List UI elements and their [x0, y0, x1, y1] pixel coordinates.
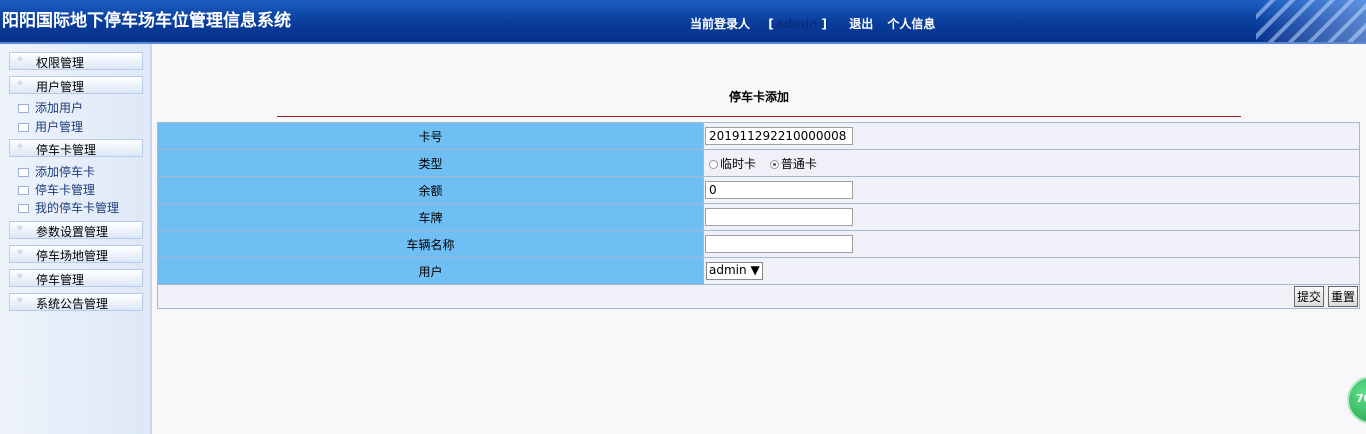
app-title: 阳阳国际地下停车场车位管理信息系统: [2, 11, 291, 31]
form-row-actions: 提交 重置: [157, 284, 1360, 309]
field-label: 卡号: [157, 122, 704, 150]
field-label: 车辆名称: [157, 230, 704, 258]
menu-user-management[interactable]: ✧ 用户管理: [9, 76, 143, 94]
bracket-close: ]: [821, 17, 828, 31]
current-username: admin: [775, 17, 818, 31]
field-value-cell: admin ▼: [703, 257, 1360, 285]
field-label: 用户: [157, 257, 704, 285]
form-row-plate: 车牌: [157, 203, 1360, 231]
plate-input[interactable]: [705, 208, 853, 226]
form-row-balance: 余额: [157, 176, 1360, 204]
menu-bullet-icon: ✧: [16, 55, 24, 65]
type-radio-temporary[interactable]: [709, 159, 718, 169]
vehicle-name-input[interactable]: [705, 235, 853, 253]
menu-permission[interactable]: ✧ 权限管理: [9, 52, 143, 70]
sidebar-item-label: 用户管理: [35, 120, 84, 134]
field-value-cell: [703, 230, 1360, 258]
card-add-form: 卡号 类型 临时卡 普通卡 余额 车牌 车辆名称 用户 admin ▼: [157, 122, 1360, 309]
chevron-down-icon: ▼: [750, 263, 760, 277]
actions-cell: 提交 重置: [157, 284, 1360, 309]
bracket-open: [: [768, 17, 774, 31]
menu-label: 停车场地管理: [36, 249, 109, 263]
menu-bullet-icon: ✧: [16, 248, 24, 258]
menu-parking[interactable]: ✧ 停车管理: [9, 269, 143, 287]
main-content: 停车卡添加 卡号 类型 临时卡 普通卡 余额 车牌 车辆名称 用户: [152, 44, 1366, 434]
badge-text: 70: [1356, 392, 1366, 405]
sidebar-item-card-list[interactable]: 停车卡管理: [18, 181, 95, 198]
page-icon: [18, 186, 29, 195]
radio-label: 临时卡: [720, 156, 757, 171]
field-value-cell: 临时卡 普通卡: [703, 149, 1360, 177]
sidebar-item-add-card[interactable]: 添加停车卡: [18, 163, 95, 180]
field-label: 车牌: [157, 203, 704, 231]
title-divider: [277, 116, 1241, 117]
sidebar-item-label: 我的停车卡管理: [35, 201, 120, 215]
reset-button[interactable]: 重置: [1327, 286, 1358, 307]
sidebar-item-user-list[interactable]: 用户管理: [18, 118, 83, 135]
page-icon: [18, 104, 29, 113]
form-row-card-no: 卡号: [157, 122, 1360, 150]
menu-bullet-icon: ✧: [16, 142, 24, 152]
menu-label: 系统公告管理: [36, 297, 109, 311]
menu-bullet-icon: ✧: [16, 272, 24, 282]
sidebar-item-label: 添加停车卡: [35, 165, 96, 179]
menu-parking-lot[interactable]: ✧ 停车场地管理: [9, 245, 143, 263]
form-row-type: 类型 临时卡 普通卡: [157, 149, 1360, 177]
menu-label: 停车管理: [36, 273, 85, 287]
header-bar: 阳阳国际地下停车场车位管理信息系统 当前登录人 [admin] 退出 个人信息: [0, 0, 1366, 44]
field-value-cell: [703, 122, 1360, 150]
menu-announcements[interactable]: ✧ 系统公告管理: [9, 293, 143, 311]
menu-bullet-icon: ✧: [16, 79, 24, 89]
menu-label: 停车卡管理: [36, 143, 97, 157]
menu-label: 参数设置管理: [36, 225, 109, 239]
menu-bullet-icon: ✧: [16, 224, 24, 234]
page-title: 停车卡添加: [728, 90, 789, 104]
profile-link[interactable]: 个人信息: [887, 17, 935, 31]
form-row-user: 用户 admin ▼: [157, 257, 1360, 285]
user-bar: 当前登录人 [admin] 退出 个人信息: [690, 15, 939, 32]
page-icon: [18, 168, 29, 177]
sidebar-item-my-cards[interactable]: 我的停车卡管理: [18, 199, 119, 216]
field-label: 余额: [157, 176, 704, 204]
menu-label: 权限管理: [36, 56, 85, 70]
header-decoration: [1256, 0, 1366, 42]
page-icon: [18, 204, 29, 213]
menu-label: 用户管理: [36, 80, 85, 94]
field-value-cell: [703, 203, 1360, 231]
menu-parameter-settings[interactable]: ✧ 参数设置管理: [9, 221, 143, 239]
user-select[interactable]: admin ▼: [706, 262, 763, 280]
field-label: 类型: [157, 149, 704, 177]
sidebar-item-label: 添加用户: [35, 101, 84, 115]
user-select-value: admin: [709, 263, 747, 277]
balance-input[interactable]: [705, 181, 853, 199]
submit-button[interactable]: 提交: [1293, 286, 1324, 307]
page-icon: [18, 123, 29, 132]
sidebar-item-label: 停车卡管理: [35, 183, 96, 197]
radio-label: 普通卡: [780, 156, 817, 171]
field-value-cell: [703, 176, 1360, 204]
menu-card-management[interactable]: ✧ 停车卡管理: [9, 139, 143, 157]
logout-link[interactable]: 退出: [849, 17, 873, 31]
type-radio-regular[interactable]: [769, 159, 779, 169]
sidebar-item-add-user[interactable]: 添加用户: [18, 99, 83, 116]
menu-bullet-icon: ✧: [16, 296, 24, 306]
login-label: 当前登录人: [690, 17, 751, 31]
form-row-vehicle-name: 车辆名称: [157, 230, 1360, 258]
sidebar: ✧ 权限管理 ✧ 用户管理 添加用户 用户管理 ✧ 停车卡管理 添加停车卡 停车…: [0, 44, 152, 434]
card-no-input[interactable]: [705, 127, 853, 145]
